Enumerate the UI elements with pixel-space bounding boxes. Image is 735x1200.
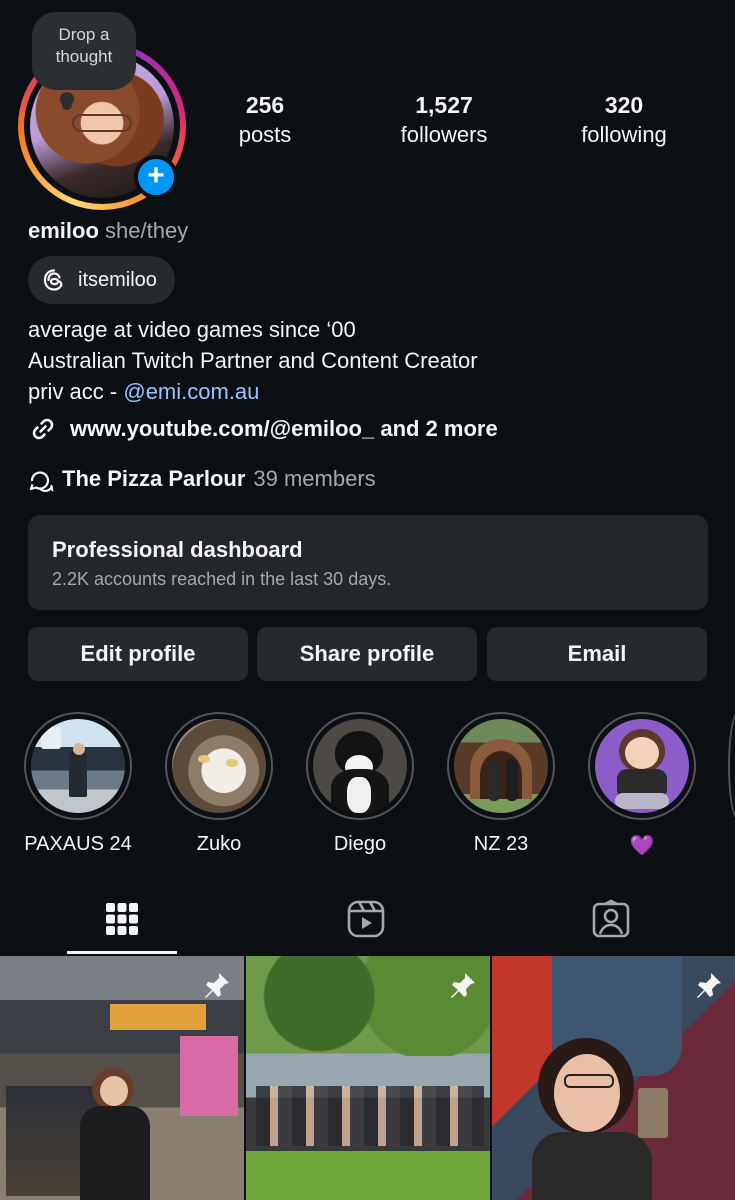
pin-icon — [697, 973, 721, 998]
website-link[interactable]: www.youtube.com/@emiloo_ and 2 more — [28, 414, 498, 444]
dashboard-subtitle: 2.2K accounts reached in the last 30 day… — [52, 569, 392, 589]
threads-icon — [43, 269, 63, 291]
tab-reels[interactable] — [326, 895, 406, 943]
glasses-detail — [72, 114, 132, 132]
professional-dashboard[interactable]: Professional dashboard 2.2K accounts rea… — [28, 515, 708, 610]
highlight-cover — [31, 719, 125, 813]
highlight-overflow[interactable] — [728, 712, 735, 820]
tab-tagged[interactable] — [571, 895, 651, 943]
channel-name: The Pizza Parlour — [62, 466, 246, 491]
reels-icon — [347, 900, 385, 938]
thought-bubble[interactable]: Drop a thought — [32, 12, 136, 90]
highlight-zuko[interactable]: Zuko — [163, 712, 275, 856]
following-count: 320 — [604, 92, 644, 118]
highlight-label: Zuko — [196, 833, 242, 855]
dashboard-title: Professional dashboard — [52, 537, 303, 562]
highlight-paxaus[interactable]: PAXAUS 24 — [22, 712, 134, 856]
pin-icon — [451, 973, 475, 998]
tagged-icon — [592, 899, 630, 938]
followers-label: followers — [400, 122, 488, 147]
bio-line: average at video games since ‘00 — [28, 317, 356, 342]
threads-handle: itsemiloo — [78, 268, 157, 291]
highlight-label: Diego — [333, 833, 387, 855]
pronouns: she/they — [105, 218, 189, 243]
channel-members: 39 members — [253, 466, 376, 491]
bio: average at video games since ‘00 Austral… — [28, 314, 478, 407]
highlight-heart[interactable]: 💜 — [586, 712, 698, 858]
bio-line: Australian Twitch Partner and Content Cr… — [28, 348, 478, 373]
posts-label: posts — [238, 122, 292, 147]
pin-icon — [205, 973, 229, 998]
following-label: following — [581, 122, 667, 147]
highlight-cover — [172, 719, 266, 813]
chat-bubbles-icon — [29, 471, 54, 492]
active-tab-indicator — [67, 951, 177, 954]
grid-post[interactable] — [0, 956, 244, 1200]
highlight-label: PAXAUS 24 — [24, 833, 132, 855]
posts-count: 256 — [245, 92, 285, 118]
highlight-cover — [313, 719, 407, 813]
username: emiloo — [28, 218, 99, 243]
grid-icon — [106, 903, 138, 935]
highlight-nz23[interactable]: NZ 23 — [445, 712, 557, 856]
highlight-label: 💜 — [629, 835, 655, 857]
mention-link[interactable]: @emi.com.au — [123, 379, 259, 404]
bio-text: priv acc - — [28, 379, 124, 404]
link-icon — [32, 418, 54, 440]
highlight-cover — [454, 719, 548, 813]
share-profile-button[interactable]: Share profile — [257, 627, 477, 681]
grid-post[interactable] — [492, 956, 735, 1200]
followers-count: 1,527 — [415, 92, 473, 118]
name-row: emiloo she/they — [28, 218, 188, 244]
edit-profile-button[interactable]: Edit profile — [28, 627, 248, 681]
highlight-label: NZ 23 — [473, 833, 529, 855]
bio-line: priv acc - @emi.com.au — [28, 376, 478, 407]
website-link-text: www.youtube.com/@emiloo_ and 2 more — [70, 416, 498, 441]
email-button[interactable]: Email — [487, 627, 707, 681]
threads-badge[interactable]: itsemiloo — [28, 256, 175, 304]
stat-followers[interactable]: 1,527 followers — [364, 92, 524, 148]
broadcast-channel[interactable]: The Pizza Parlour 39 members — [28, 466, 376, 492]
grid-post[interactable] — [246, 956, 490, 1200]
stat-posts[interactable]: 256 posts — [185, 92, 345, 148]
highlight-diego[interactable]: Diego — [304, 712, 416, 856]
thought-bubble-tail — [60, 92, 74, 106]
tab-grid[interactable] — [82, 895, 162, 943]
add-story-button[interactable]: + — [134, 155, 178, 199]
stat-following[interactable]: 320 following — [544, 92, 704, 148]
highlight-cover — [595, 719, 689, 813]
